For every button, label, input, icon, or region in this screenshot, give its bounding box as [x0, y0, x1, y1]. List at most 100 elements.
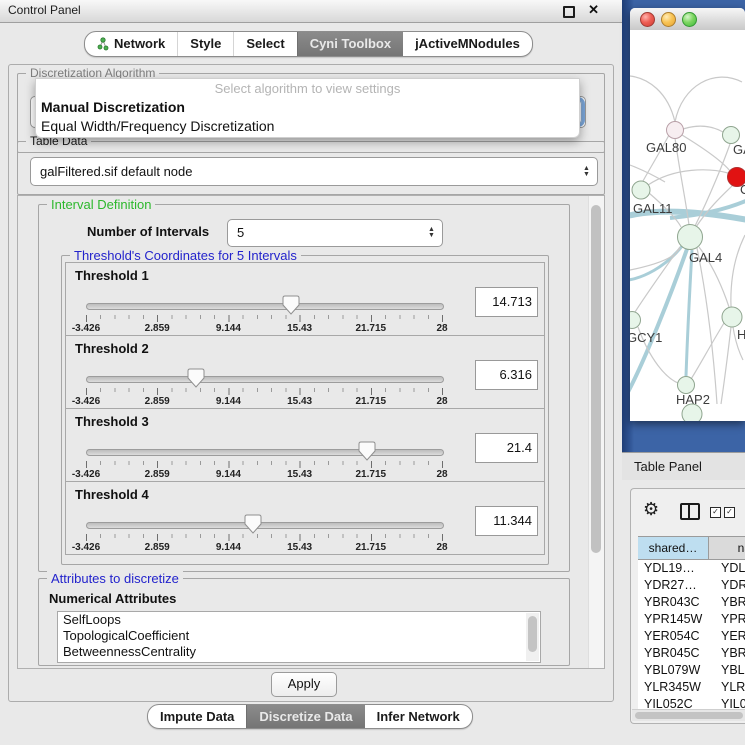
network-edge[interactable] [675, 77, 742, 122]
cell-name: YLR3 [714, 679, 745, 696]
tab-infer-network[interactable]: Infer Network [365, 705, 472, 728]
network-edge[interactable] [630, 248, 680, 270]
network-node-GAL11[interactable] [632, 181, 650, 199]
network-edge[interactable] [635, 247, 680, 312]
network-edge[interactable] [630, 76, 675, 122]
slider-thumb[interactable] [187, 368, 205, 388]
network-graph[interactable]: GAL80GACGAL11GAL4GCY1HHAP2 [630, 30, 745, 421]
network-edge[interactable] [648, 170, 728, 185]
vertical-scrollbar[interactable] [588, 196, 604, 668]
tab-network[interactable]: Network [85, 32, 177, 56]
table-data-combobox[interactable]: galFiltered.sif default node ▲▼ [30, 157, 598, 186]
list-item[interactable]: TopologicalCoefficient [58, 628, 540, 644]
table-row[interactable]: YER054CYER0 [638, 628, 745, 645]
table-row[interactable]: YBL079WYBL0 [638, 662, 745, 679]
dropdown-option-equal-width-frequency[interactable]: Equal Width/Frequency Discretization [36, 117, 579, 136]
number-of-intervals-combobox[interactable]: 5 ▲▼ [227, 219, 443, 247]
scrollbar-thumb[interactable] [591, 205, 601, 553]
table-row[interactable]: YLR345WYLR3 [638, 679, 745, 696]
threshold-slider[interactable]: -3.4262.8599.14415.4321.71528 [86, 295, 444, 335]
tick-label: -3.426 [72, 469, 100, 480]
slider-thumb[interactable] [282, 295, 300, 315]
window-zoom-icon[interactable] [682, 12, 697, 27]
control-panel: Control Panel ✕ Network Style Select Cyn… [0, 0, 622, 745]
window-close-icon[interactable] [640, 12, 655, 27]
cell-name: YDL1 [714, 560, 745, 577]
network-node-node[interactable] [682, 404, 702, 421]
network-edge-thick[interactable] [686, 250, 692, 376]
tick-label: 9.144 [216, 469, 241, 480]
table-row[interactable]: YBR043CYBR0 [638, 594, 745, 611]
network-edge[interactable] [683, 126, 723, 132]
tick-label: 15.43 [287, 469, 312, 480]
table-row[interactable]: YPR145WYPR1 [638, 611, 745, 628]
network-node-GAL80[interactable] [667, 122, 684, 139]
group-title: Threshold's Coordinates for 5 Intervals [70, 248, 301, 263]
slider-ticks-major [86, 388, 443, 395]
threshold-value-field[interactable]: 11.344 [475, 506, 538, 536]
tick-label: 28 [436, 542, 447, 553]
network-edge[interactable] [721, 327, 731, 404]
tab-discretize-data[interactable]: Discretize Data [246, 705, 364, 728]
tick-label: 28 [436, 396, 447, 407]
tab-select[interactable]: Select [233, 32, 296, 56]
checkbox-icon[interactable]: ✓ [710, 507, 721, 518]
scrollbar-thumb[interactable] [528, 616, 537, 652]
scrollbar-thumb[interactable] [635, 712, 743, 719]
window-minimize-icon[interactable] [661, 12, 676, 27]
slider-track[interactable] [86, 449, 444, 456]
network-edge-thick[interactable] [630, 245, 683, 280]
slider-track[interactable] [86, 522, 444, 529]
list-scrollbar[interactable] [526, 613, 539, 661]
close-icon[interactable]: ✕ [588, 2, 599, 18]
desktop-background: GAL80GACGAL11GAL4GCY1HHAP2 [622, 0, 745, 452]
network-node-GCY1[interactable] [630, 312, 641, 329]
table-row[interactable]: YDR27…YDR2 [638, 577, 745, 594]
combo-stepper-icon: ▲▼ [581, 164, 592, 180]
network-canvas[interactable]: GAL80GACGAL11GAL4GCY1HHAP2 [630, 30, 745, 421]
tick-label: 21.715 [356, 396, 387, 407]
tab-impute-data[interactable]: Impute Data [148, 705, 246, 728]
tab-label: Impute Data [160, 705, 234, 728]
node-label-GCY1: GCY1 [630, 330, 662, 345]
numerical-attributes-list[interactable]: SelfLoopsTopologicalCoefficientBetweenne… [57, 611, 541, 663]
network-node-GAL4[interactable] [678, 225, 703, 250]
checkbox-icon[interactable]: ✓ [724, 507, 735, 518]
slider-track[interactable] [86, 303, 444, 310]
dropdown-placeholder: Select algorithm to view settings [36, 79, 579, 98]
tab-cyni-toolbox[interactable]: Cyni Toolbox [297, 32, 403, 56]
column-header-shared[interactable]: shared… [638, 537, 709, 559]
threshold-slider[interactable]: -3.4262.8599.14415.4321.71528 [86, 514, 444, 554]
list-item[interactable]: BetweennessCentrality [58, 644, 540, 660]
apply-button[interactable]: Apply [271, 672, 337, 697]
tab-jactivemnodules[interactable]: jActiveMNodules [403, 32, 532, 56]
threshold-value-field[interactable]: 21.4 [475, 433, 538, 463]
threshold-slider[interactable]: -3.4262.8599.14415.4321.71528 [86, 441, 444, 481]
network-edge[interactable] [691, 323, 724, 379]
slider-thumb[interactable] [358, 441, 376, 461]
tab-style[interactable]: Style [177, 32, 233, 56]
network-node-HAP2[interactable] [678, 377, 695, 394]
dropdown-option-manual-discretization[interactable]: Manual Discretization [36, 98, 579, 117]
network-edge[interactable] [682, 135, 730, 171]
slider-track[interactable] [86, 376, 444, 383]
split-columns-icon[interactable] [680, 503, 700, 520]
threshold-value-field[interactable]: 6.316 [475, 360, 538, 390]
list-item[interactable]: SelfLoops [58, 612, 540, 628]
threshold-value-field[interactable]: 14.713 [475, 287, 538, 317]
table-row[interactable]: YDL19…YDL1 [638, 560, 745, 577]
network-node-H[interactable] [722, 307, 742, 327]
cell-shared-name: YLR345W [638, 679, 714, 696]
network-node-GA[interactable] [723, 127, 740, 144]
table-panel-title: Table Panel [634, 459, 702, 474]
table-row[interactable]: YBR045CYBR0 [638, 645, 745, 662]
gear-icon[interactable]: ⚙ [643, 500, 659, 518]
cell-shared-name: YBR043C [638, 594, 714, 611]
horizontal-scrollbar[interactable] [632, 709, 745, 721]
column-header-name[interactable]: na [709, 537, 745, 559]
float-window-icon[interactable] [563, 6, 575, 18]
threshold-slider[interactable]: -3.4262.8599.14415.4321.71528 [86, 368, 444, 408]
top-tabbar: Network Style Select Cyni Toolbox jActiv… [84, 31, 533, 57]
slider-thumb[interactable] [244, 514, 262, 534]
group-title: Interval Definition [47, 197, 155, 212]
